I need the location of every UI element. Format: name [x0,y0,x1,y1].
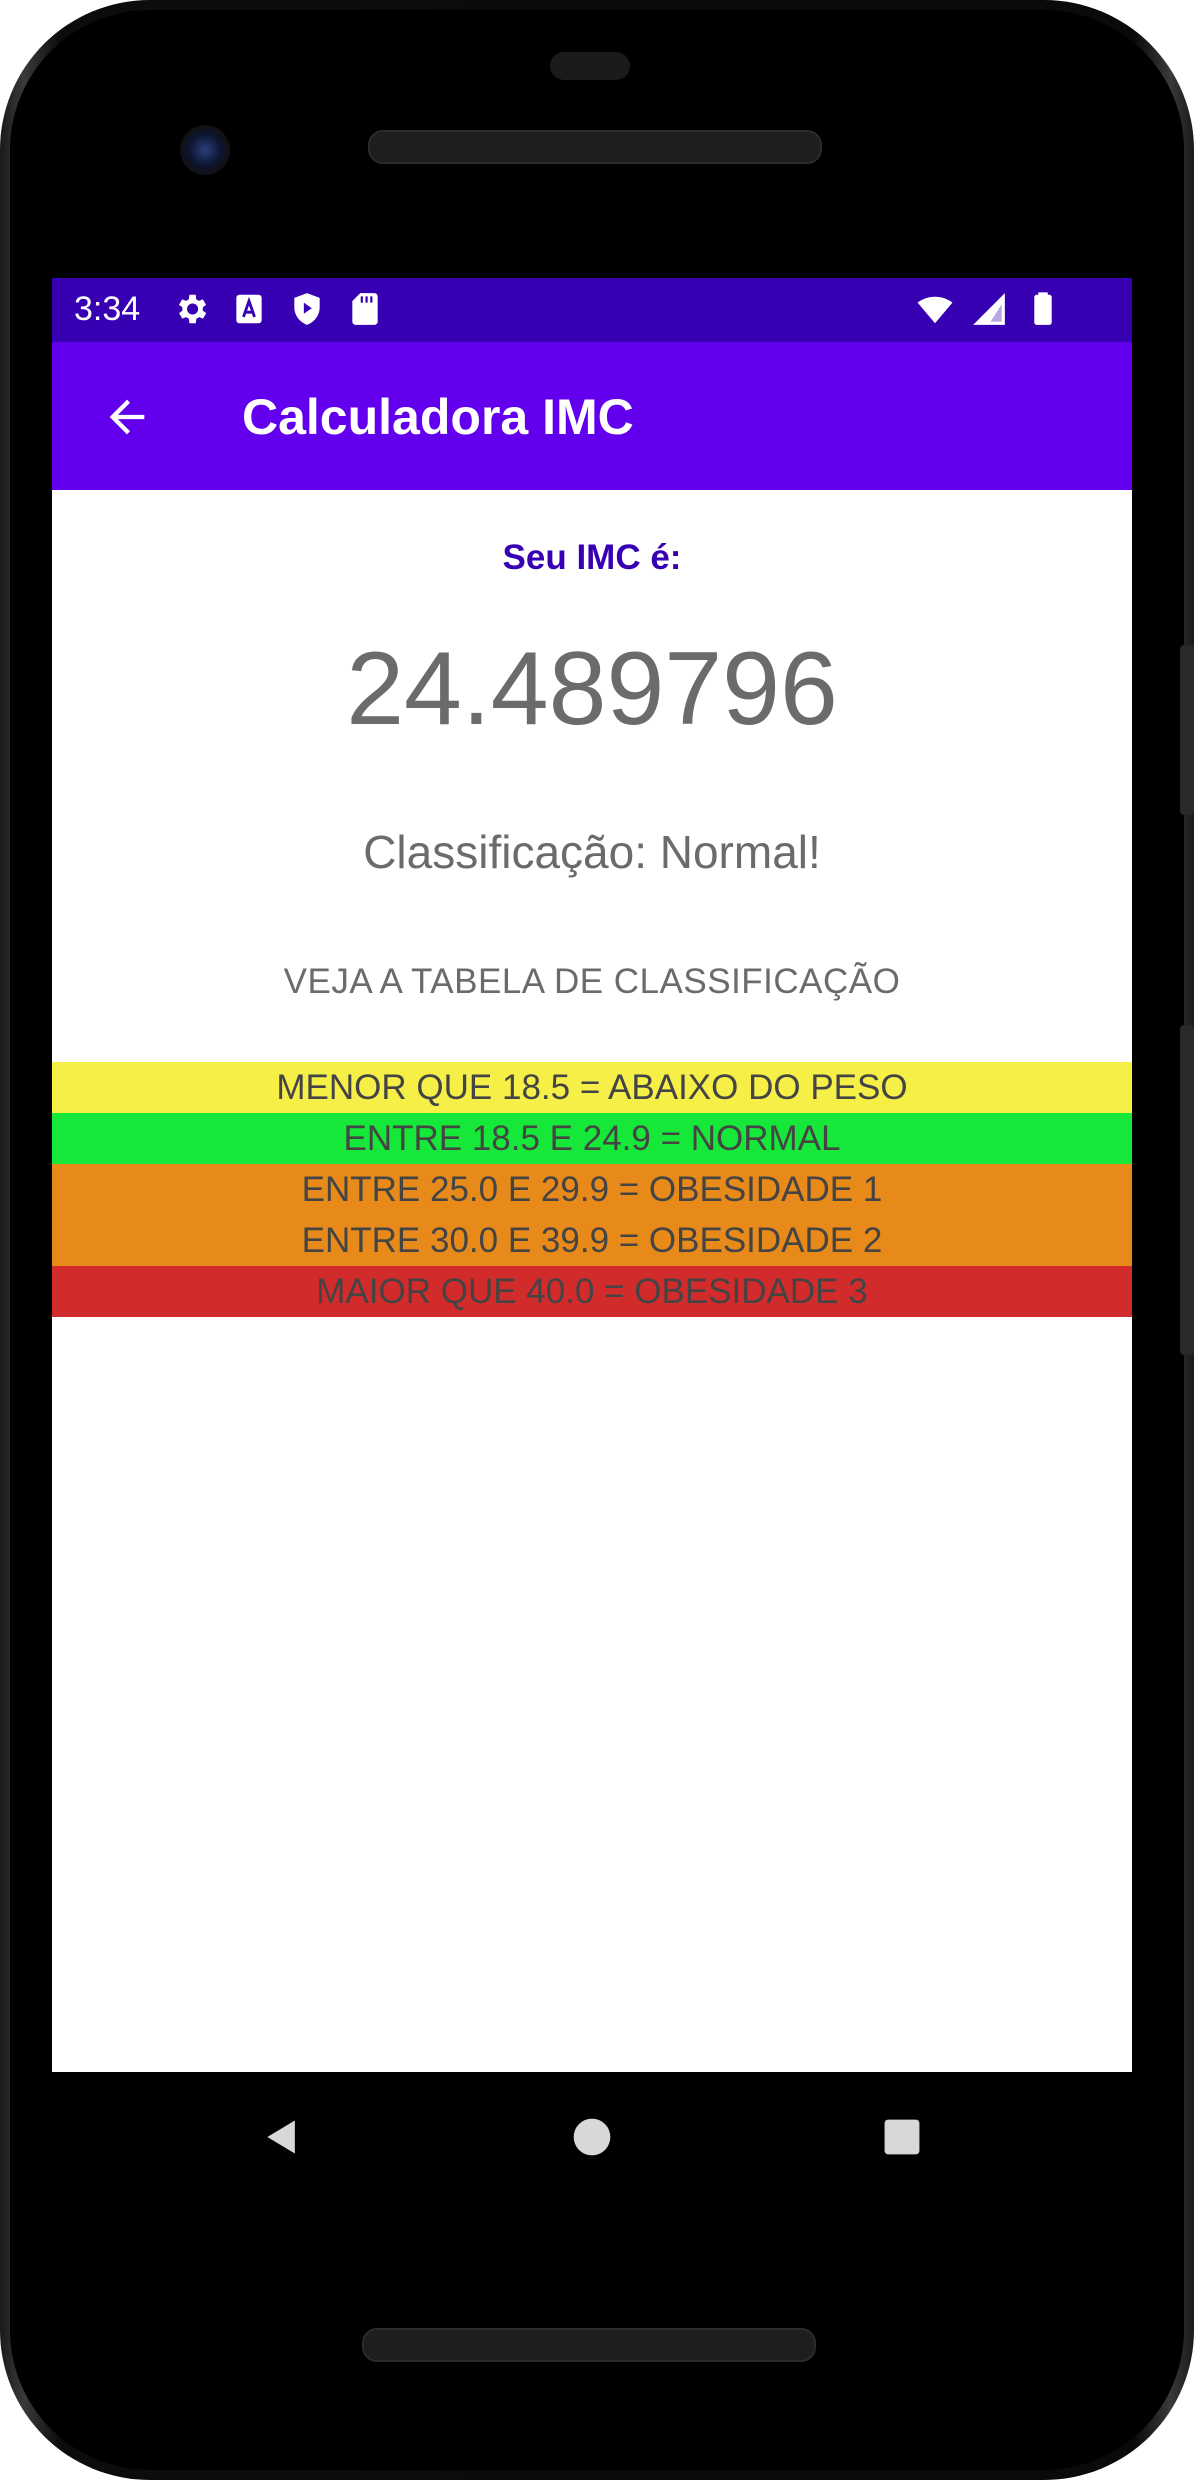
nav-recents-button[interactable] [870,2105,934,2169]
top-speaker-grille [368,130,822,164]
system-nav-bar [52,2072,1132,2202]
nav-home-button[interactable] [560,2105,624,2169]
status-bar: 3:34 [52,278,1132,342]
band-obesity-1: ENTRE 25.0 E 29.9 = OBESIDADE 1 [52,1164,1132,1215]
font-icon [236,294,262,324]
arrow-back-icon [109,399,145,435]
classification-text: Classificação: Normal! [363,826,821,878]
volume-button[interactable] [1180,1025,1194,1355]
nav-recents-icon [884,2119,920,2155]
status-icons-right [916,290,1062,328]
classification-table-button[interactable]: VEJA A TABELA DE CLASSIFICAÇÃO [52,962,1132,1002]
band-normal: ENTRE 18.5 E 24.9 = NORMAL [52,1113,1132,1164]
power-button[interactable] [1180,645,1194,815]
nav-back-icon [267,2120,295,2154]
settings-icon [178,294,207,324]
back-button[interactable] [92,382,162,452]
imc-label: Seu IMC é: [502,538,682,577]
status-time: 3:34 [74,290,141,328]
battery-icon [1034,292,1052,325]
band-obesity-3: MAIOR QUE 40.0 = OBESIDADE 3 [52,1266,1132,1317]
imc-value: 24.489796 [346,631,838,747]
app-title: Calculadora IMC [242,389,634,445]
screen: 3:34 Calculadora IMC Seu IMC é: 24.48979… [52,278,1132,2072]
bottom-speaker-grille [362,2328,816,2362]
earpiece [550,52,630,80]
band-underweight: MENOR QUE 18.5 = ABAIXO DO PESO [52,1062,1132,1113]
sd-card-icon [352,293,378,325]
nav-home-icon [573,2118,611,2156]
nav-back-button[interactable] [250,2105,314,2169]
status-icons-left [172,290,384,328]
app-bar: Calculadora IMC [52,342,1132,490]
classification-table: MENOR QUE 18.5 = ABAIXO DO PESO ENTRE 18… [52,1062,1132,1317]
shield-play-icon [294,293,320,325]
wifi-icon [917,296,953,324]
front-camera [180,125,230,175]
signal-icon [973,293,1005,325]
band-obesity-2: ENTRE 30.0 E 39.9 = OBESIDADE 2 [52,1215,1132,1266]
